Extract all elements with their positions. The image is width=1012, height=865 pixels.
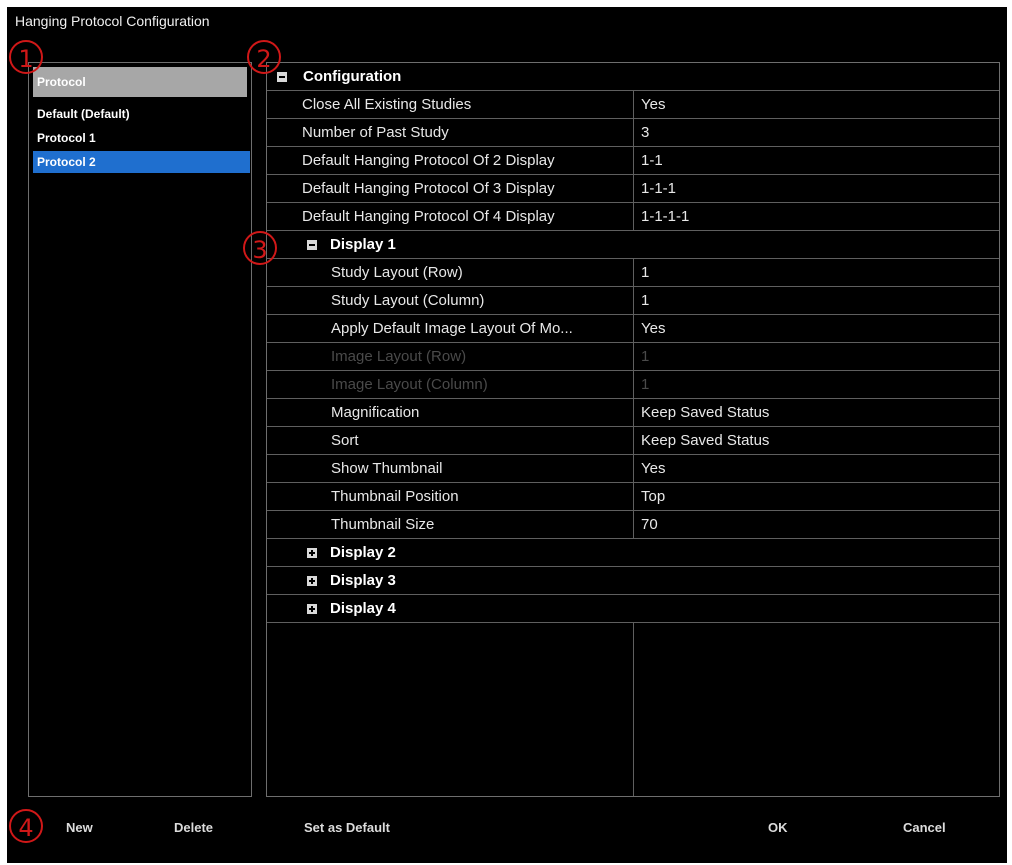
- new-button[interactable]: New: [66, 820, 93, 835]
- display-4-section-row[interactable]: Display 4: [267, 595, 999, 623]
- property-name: Apply Default Image Layout Of Mo...: [331, 320, 573, 337]
- property-name: Image Layout (Column): [331, 376, 488, 393]
- property-value[interactable]: 1-1: [633, 147, 999, 174]
- annotation-marker-3: 3: [243, 231, 277, 265]
- expand-icon[interactable]: [307, 576, 317, 586]
- protocol-list-panel: Protocol Default (Default) Protocol 1 Pr…: [28, 62, 252, 797]
- display-4-title: Display 4: [330, 600, 396, 617]
- property-value[interactable]: 1: [633, 259, 999, 286]
- property-row[interactable]: Show Thumbnail Yes: [267, 455, 999, 483]
- protocol-list-header: Protocol: [33, 67, 247, 97]
- property-row[interactable]: Apply Default Image Layout Of Mo... Yes: [267, 315, 999, 343]
- property-row[interactable]: Sort Keep Saved Status: [267, 427, 999, 455]
- property-name: Default Hanging Protocol Of 4 Display: [302, 208, 555, 225]
- collapse-icon[interactable]: [277, 72, 287, 82]
- empty-column-divider: [633, 623, 634, 796]
- property-value: 1: [633, 343, 999, 370]
- display-3-section-row[interactable]: Display 3: [267, 567, 999, 595]
- annotation-marker-4: 4: [9, 809, 43, 843]
- property-value[interactable]: 1-1-1-1: [633, 203, 999, 230]
- collapse-icon[interactable]: [307, 240, 317, 250]
- expand-icon[interactable]: [307, 604, 317, 614]
- property-value[interactable]: Keep Saved Status: [633, 399, 999, 426]
- display-2-title: Display 2: [330, 544, 396, 561]
- property-name: Default Hanging Protocol Of 3 Display: [302, 180, 555, 197]
- property-value[interactable]: 3: [633, 119, 999, 146]
- window-title: Hanging Protocol Configuration: [15, 13, 210, 29]
- property-value[interactable]: Top: [633, 483, 999, 510]
- property-row[interactable]: Number of Past Study 3: [267, 119, 999, 147]
- property-row-disabled: Image Layout (Row) 1: [267, 343, 999, 371]
- property-name: Study Layout (Column): [331, 292, 485, 309]
- property-value[interactable]: 1-1-1: [633, 175, 999, 202]
- set-as-default-button[interactable]: Set as Default: [304, 820, 390, 835]
- property-row[interactable]: Default Hanging Protocol Of 4 Display 1-…: [267, 203, 999, 231]
- property-value[interactable]: Keep Saved Status: [633, 427, 999, 454]
- property-row[interactable]: Study Layout (Column) 1: [267, 287, 999, 315]
- protocol-item-1[interactable]: Protocol 1: [33, 127, 250, 149]
- property-name: Thumbnail Size: [331, 516, 435, 533]
- cancel-button[interactable]: Cancel: [903, 820, 946, 835]
- display-1-title: Display 1: [330, 236, 396, 253]
- property-name: Thumbnail Position: [331, 488, 459, 505]
- property-row[interactable]: Default Hanging Protocol Of 3 Display 1-…: [267, 175, 999, 203]
- display-3-title: Display 3: [330, 572, 396, 589]
- property-name: Default Hanging Protocol Of 2 Display: [302, 152, 555, 169]
- property-name: Show Thumbnail: [331, 460, 443, 477]
- property-row[interactable]: Close All Existing Studies Yes: [267, 91, 999, 119]
- property-value[interactable]: Yes: [633, 315, 999, 342]
- delete-button[interactable]: Delete: [174, 820, 213, 835]
- property-row[interactable]: Default Hanging Protocol Of 2 Display 1-…: [267, 147, 999, 175]
- ok-button[interactable]: OK: [768, 820, 788, 835]
- property-name: Magnification: [331, 404, 420, 421]
- property-row[interactable]: Magnification Keep Saved Status: [267, 399, 999, 427]
- property-value[interactable]: Yes: [633, 91, 999, 118]
- property-value[interactable]: 70: [633, 511, 999, 538]
- display-2-section-row[interactable]: Display 2: [267, 539, 999, 567]
- property-name: Close All Existing Studies: [302, 96, 472, 113]
- configuration-property-grid: Configuration Close All Existing Studies…: [266, 62, 1000, 797]
- property-value[interactable]: Yes: [633, 455, 999, 482]
- hanging-protocol-window: Hanging Protocol Configuration Protocol …: [7, 7, 1007, 863]
- configuration-section-title: Configuration: [303, 68, 402, 85]
- property-name: Study Layout (Row): [331, 264, 463, 281]
- protocol-item-default[interactable]: Default (Default): [33, 103, 250, 125]
- annotation-marker-1: 1: [9, 40, 43, 74]
- property-name: Number of Past Study: [302, 124, 449, 141]
- property-row[interactable]: Study Layout (Row) 1: [267, 259, 999, 287]
- property-name: Sort: [331, 432, 359, 449]
- property-row-disabled: Image Layout (Column) 1: [267, 371, 999, 399]
- annotation-marker-2: 2: [247, 40, 281, 74]
- display-1-section-row[interactable]: Display 1: [267, 231, 999, 259]
- property-row[interactable]: Thumbnail Size 70: [267, 511, 999, 539]
- expand-icon[interactable]: [307, 548, 317, 558]
- property-row[interactable]: Thumbnail Position Top: [267, 483, 999, 511]
- protocol-item-2[interactable]: Protocol 2: [33, 151, 250, 173]
- configuration-section-row[interactable]: Configuration: [267, 63, 999, 91]
- property-value[interactable]: 1: [633, 287, 999, 314]
- property-name: Image Layout (Row): [331, 348, 467, 365]
- property-value: 1: [633, 371, 999, 398]
